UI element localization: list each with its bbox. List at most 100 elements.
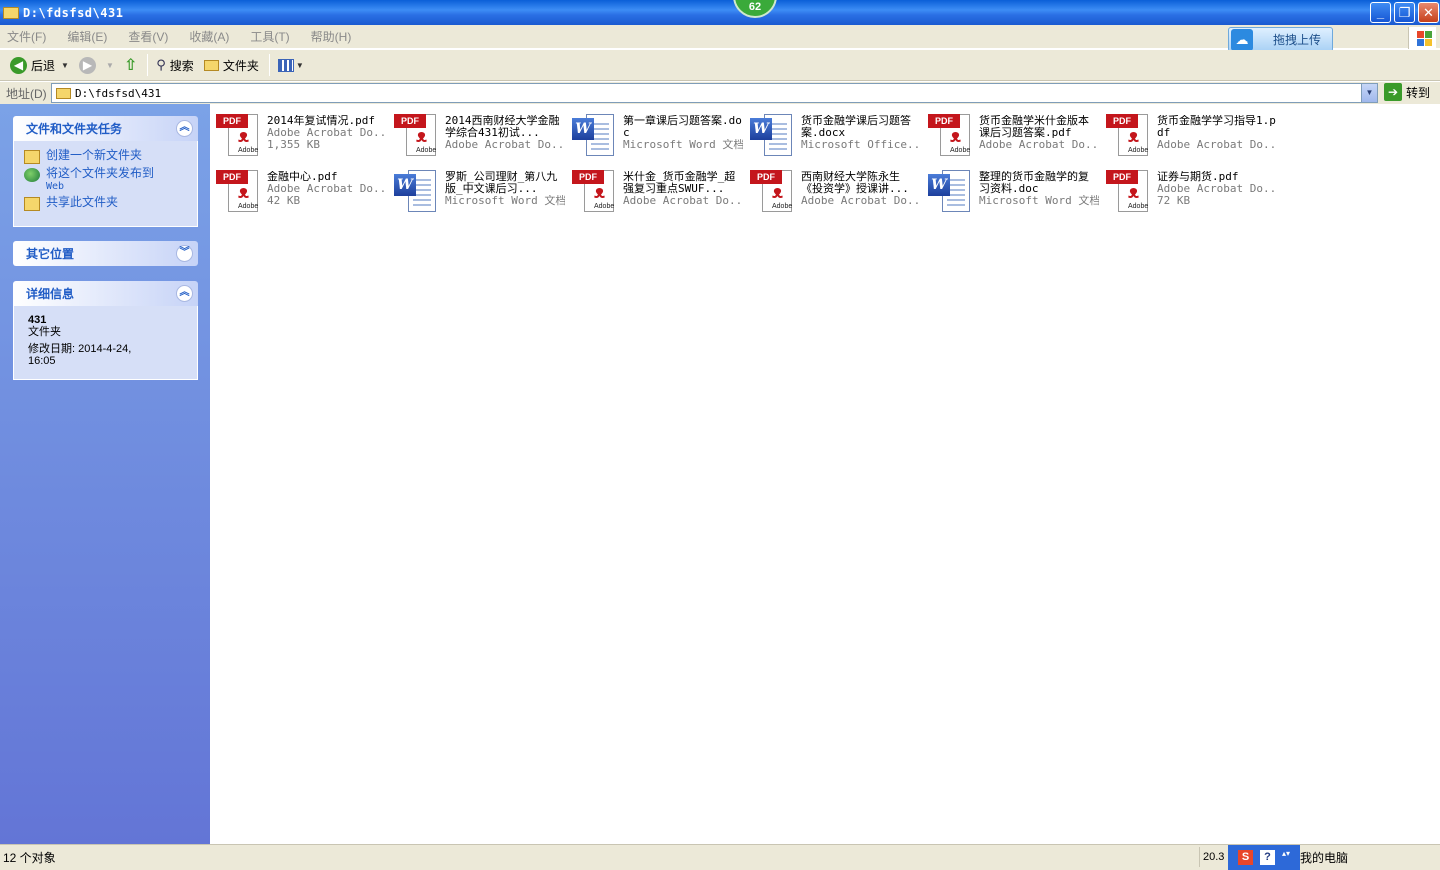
drag-upload-button[interactable]: ☁ 拖拽上传 — [1228, 27, 1333, 52]
folder-icon — [3, 6, 19, 19]
back-arrow-icon: ◀ — [10, 56, 27, 74]
folders-label: 文件夹 — [222, 58, 259, 73]
file-type: Adobe Acrobat Do... — [267, 127, 387, 139]
collapse-icon[interactable]: ︽ — [176, 285, 193, 302]
file-item[interactable]: W 罗斯_公司理财_第八九版_中文课后习... Microsoft Word 文档 — [392, 166, 567, 218]
file-item[interactable]: ᴥ PDF Adobe 证券与期货.pdf Adobe Acrobat Do... 72 … — [1104, 166, 1279, 218]
file-type: Microsoft Word 文档 — [979, 195, 1099, 207]
menu-tools[interactable]: 工具(T) — [247, 26, 292, 47]
task-label: 将这个文件夹发布到 Web — [46, 167, 154, 193]
status-location: 我的电脑 — [1300, 851, 1349, 865]
file-item[interactable]: ᴥ PDF Adobe 2014年复试情况.pdf Adobe Acrobat Do..… — [214, 110, 389, 162]
file-text: 米什金_货币金融学_超强复习重点SWUF... Adobe Acrobat Do.… — [623, 171, 743, 218]
search-button[interactable]: ⚲ 搜索 — [152, 53, 198, 77]
menu-help[interactable]: 帮助(H) — [308, 26, 355, 47]
file-name: 第一章课后习题答案.doc — [623, 115, 742, 139]
tasks-panel-body: 创建一个新文件夹 将这个文件夹发布到 Web 共享此文件夹 — [13, 141, 198, 227]
file-item[interactable]: ᴥ PDF Adobe 2014西南财经大学金融学综合431初试... Adobe Ac… — [392, 110, 567, 162]
views-button[interactable]: ▼ — [274, 53, 308, 77]
file-text: 2014年复试情况.pdf Adobe Acrobat Do... 1,355 KB — [267, 115, 387, 162]
file-type: Adobe Acrobat Do... — [801, 195, 921, 207]
file-type: Adobe Acrobat Do... — [1157, 139, 1277, 151]
back-button[interactable]: ◀ 后退 ▼ — [6, 53, 73, 77]
file-item[interactable]: ᴥ PDF Adobe 金融中心.pdf Adobe Acrobat Do... 42 K… — [214, 166, 389, 218]
pdf-file-icon: ᴥ PDF Adobe — [392, 110, 440, 158]
menu-edit[interactable]: 编辑(E) — [64, 26, 110, 47]
search-icon: ⚲ — [156, 57, 166, 72]
file-size: 1,355 KB — [267, 139, 320, 151]
new-folder-icon — [24, 150, 40, 164]
file-text: 西南财经大学陈永生《投资学》授课讲... Adobe Acrobat Do... — [801, 171, 921, 218]
up-folder-button[interactable]: ⇧ — [120, 53, 141, 77]
collapse-icon[interactable]: ︽ — [176, 120, 193, 137]
menu-view[interactable]: 查看(V) — [125, 26, 171, 47]
details-panel: 详细信息 ︽ 431 文件夹 修改日期: 2014-4-24, 16:05 — [13, 281, 198, 380]
minimize-button[interactable]: _ — [1370, 2, 1391, 23]
menu-file[interactable]: 文件(F) — [4, 26, 49, 47]
other-places-title: 其它位置 — [26, 247, 75, 261]
window-title: D:\fdsfsd\431 — [23, 5, 124, 20]
expand-icon[interactable]: ︾ — [176, 245, 193, 262]
file-item[interactable]: W 货币金融学课后习题答案.docx Microsoft Office... — [748, 110, 923, 162]
file-name: 2014年复试情况.pdf — [267, 115, 375, 127]
windows-logo-icon — [1408, 27, 1436, 49]
file-item[interactable]: ᴥ PDF Adobe 米什金_货币金融学_超强复习重点SWUF... Adobe Ac… — [570, 166, 745, 218]
folder-icon — [203, 59, 219, 71]
task-share-folder[interactable]: 共享此文件夹 — [24, 196, 187, 211]
menu-favorites[interactable]: 收藏(A) — [186, 26, 232, 47]
close-button[interactable]: ✕ — [1418, 2, 1439, 23]
pdf-file-icon: ᴥ PDF Adobe — [748, 166, 796, 214]
help-icon[interactable]: ? — [1260, 850, 1275, 865]
go-button[interactable]: ➔ 转到 — [1384, 83, 1430, 101]
restore-button[interactable]: ❐ — [1394, 2, 1415, 23]
ime-toolbar[interactable]: S ? ▴▾ — [1228, 845, 1300, 870]
share-folder-icon — [24, 197, 40, 211]
views-dropdown-icon: ▼ — [295, 60, 304, 70]
other-places-header[interactable]: 其它位置 ︾ — [13, 241, 198, 266]
address-input[interactable]: D:\fdsfsd\431 ▼ — [51, 83, 1378, 103]
upload-label: 拖拽上传 — [1273, 33, 1322, 47]
forward-dropdown-icon[interactable]: ▼ — [106, 61, 114, 70]
tasks-panel-header[interactable]: 文件和文件夹任务 ︽ — [13, 116, 198, 141]
forward-arrow-icon: ▶ — [78, 56, 96, 74]
task-publish-web[interactable]: 将这个文件夹发布到 Web — [24, 167, 187, 193]
ime-menu-icon[interactable]: ▴▾ — [1282, 850, 1290, 865]
details-panel-header[interactable]: 详细信息 ︽ — [13, 281, 198, 306]
forward-button[interactable]: ▶ ▼ — [75, 53, 118, 77]
pdf-file-icon: ᴥ PDF Adobe — [1104, 110, 1152, 158]
address-dropdown-icon[interactable]: ▼ — [1361, 84, 1377, 102]
details-name: 431 — [28, 314, 47, 326]
tasks-panel-title: 文件和文件夹任务 — [26, 122, 123, 136]
details-type: 文件夹 — [28, 326, 61, 338]
task-new-folder[interactable]: 创建一个新文件夹 — [24, 149, 187, 164]
address-label: 地址(D) — [6, 86, 47, 101]
sogou-ime-icon[interactable]: S — [1238, 850, 1253, 865]
title-bar: D:\fdsfsd\431 — [0, 0, 1440, 25]
file-size: 72 KB — [1157, 195, 1191, 207]
pdf-file-icon: ᴥ PDF Adobe — [926, 110, 974, 158]
folders-button[interactable]: 文件夹 — [200, 53, 263, 77]
file-item[interactable]: W 第一章课后习题答案.doc Microsoft Word 文档 — [570, 110, 745, 162]
back-label: 后退 — [31, 58, 56, 73]
file-name: 货币金融学米什金版本课后习题答案.pdf — [979, 115, 1089, 139]
file-text: 第一章课后习题答案.doc Microsoft Word 文档 — [623, 115, 743, 162]
file-item[interactable]: ᴥ PDF Adobe 西南财经大学陈永生《投资学》授课讲... Adobe Acrob… — [748, 166, 923, 218]
file-text: 2014西南财经大学金融学综合431初试... Adobe Acrobat Do.… — [445, 115, 565, 162]
file-text: 整理的货币金融学的复习资料.doc Microsoft Word 文档 — [979, 171, 1099, 218]
file-type: Adobe Acrobat Do... — [445, 139, 565, 151]
file-size: 42 KB — [267, 195, 301, 207]
go-label: 转到 — [1406, 85, 1431, 100]
details-modified-time: 16:05 — [28, 355, 56, 367]
other-places-panel: 其它位置 ︾ — [13, 241, 198, 266]
file-text: 金融中心.pdf Adobe Acrobat Do... 42 KB — [267, 171, 387, 218]
file-item[interactable]: W 整理的货币金融学的复习资料.doc Microsoft Word 文档 — [926, 166, 1101, 218]
search-label: 搜索 — [169, 58, 194, 73]
address-value: D:\fdsfsd\431 — [75, 86, 162, 100]
pdf-file-icon: ᴥ PDF Adobe — [214, 166, 262, 214]
word-file-icon: W — [570, 110, 618, 158]
back-dropdown-icon[interactable]: ▼ — [61, 61, 69, 70]
file-item[interactable]: ᴥ PDF Adobe 货币金融学学习指导1.pdf Adobe Acrobat Do.… — [1104, 110, 1279, 162]
file-item[interactable]: ᴥ PDF Adobe 货币金融学米什金版本课后习题答案.pdf Adobe Acrob… — [926, 110, 1101, 162]
file-name: 金融中心.pdf — [267, 171, 338, 183]
file-name: 米什金_货币金融学_超强复习重点SWUF... — [623, 171, 736, 195]
